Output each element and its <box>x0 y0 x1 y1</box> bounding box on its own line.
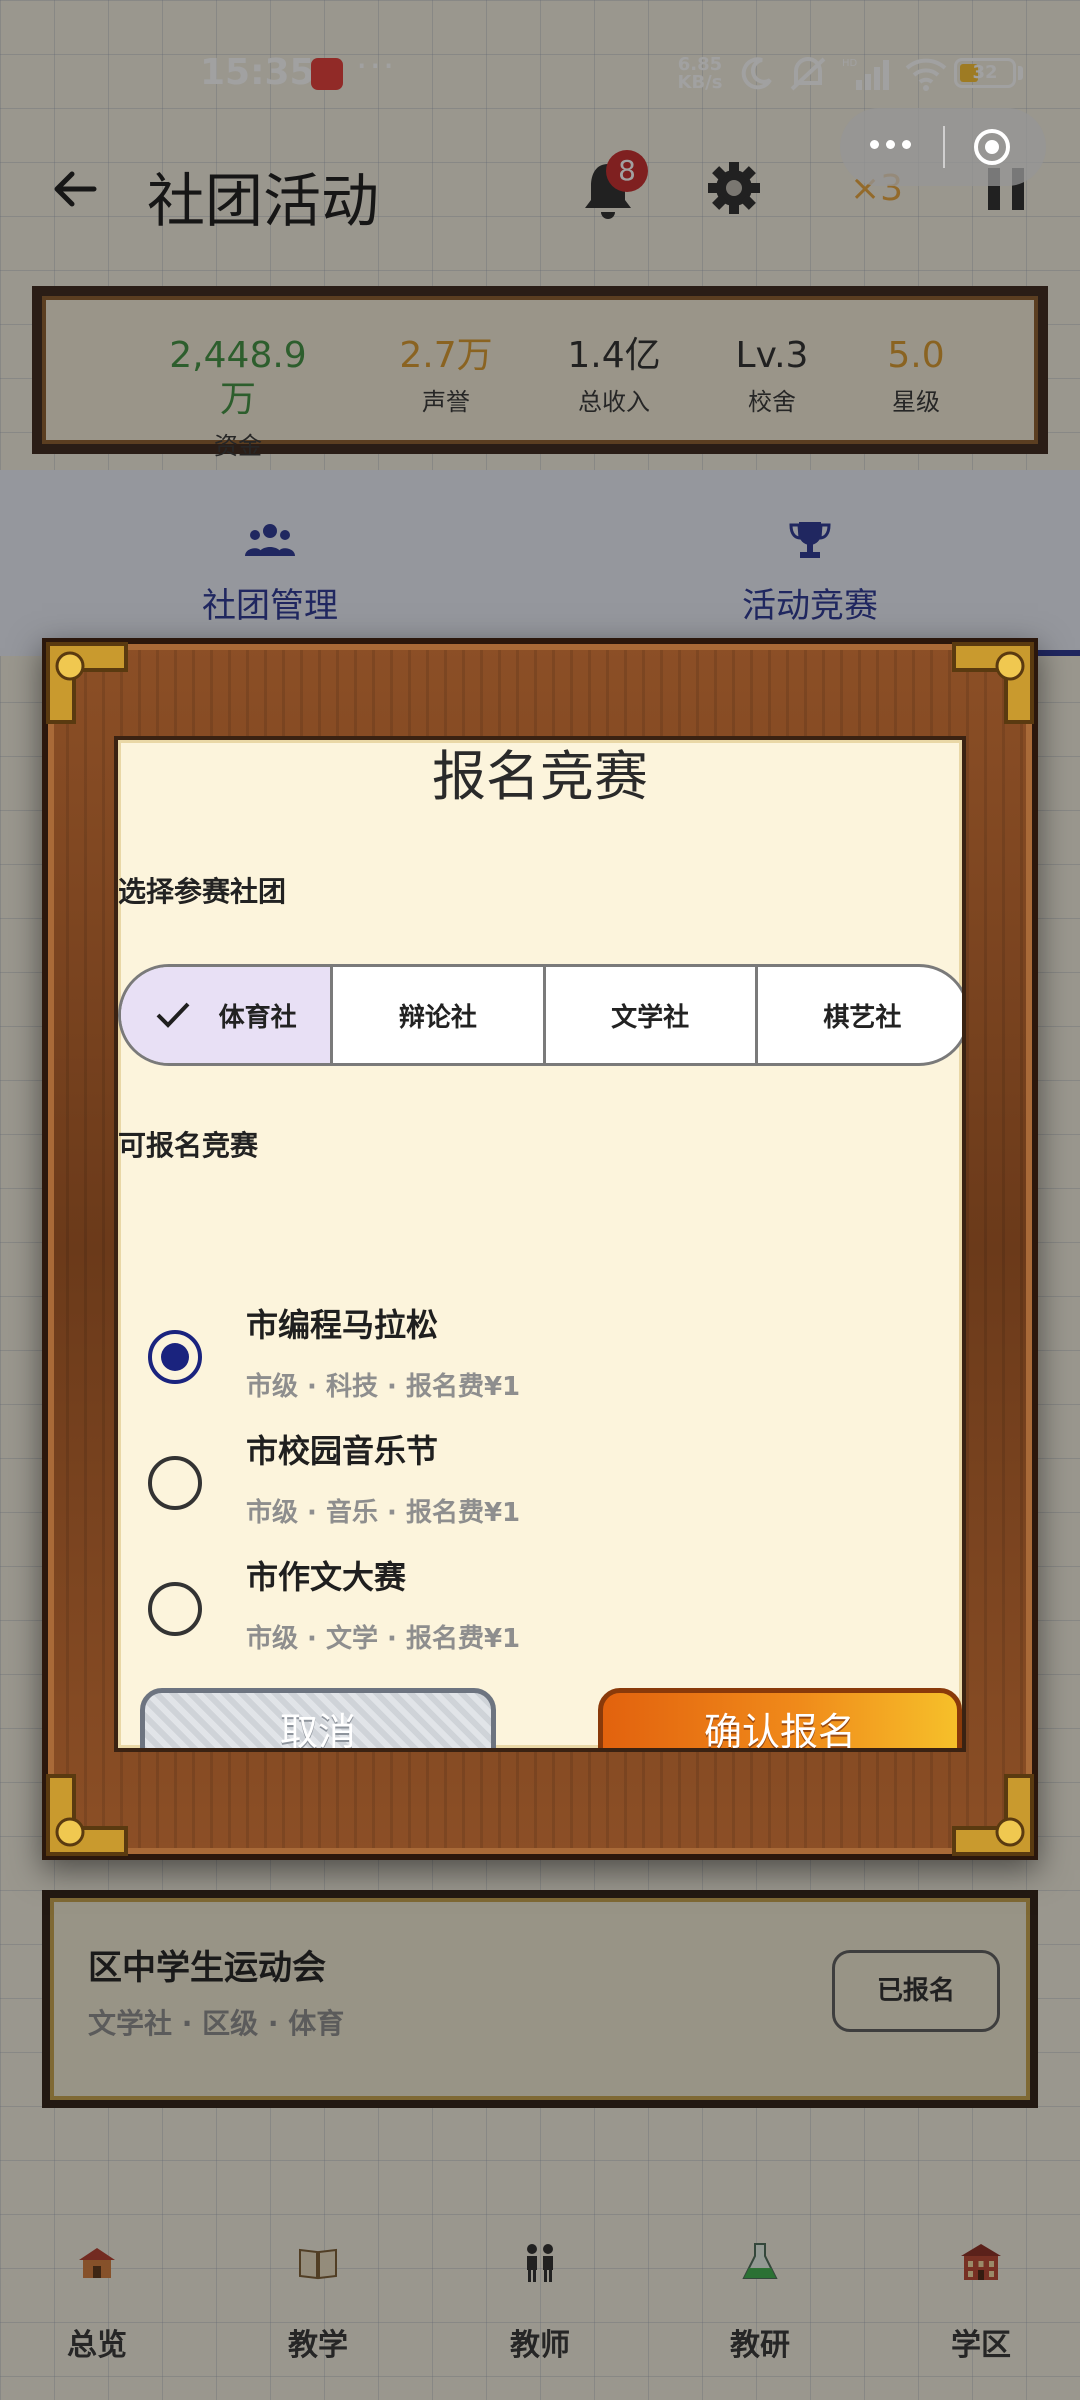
club-option[interactable]: 辩论社 <box>330 967 542 1063</box>
competition-name: 市编程马拉松 <box>246 1306 439 1344</box>
cancel-button[interactable]: 取消 <box>140 1688 496 1748</box>
radio-unselected-icon[interactable] <box>148 1456 202 1510</box>
corner-ornament-icon <box>952 642 1034 724</box>
confirm-register-button[interactable]: 确认报名 <box>598 1688 962 1748</box>
club-section-label: 选择参赛社团 <box>118 875 287 908</box>
corner-ornament-icon <box>46 642 128 724</box>
more-options-icon[interactable] <box>870 140 911 149</box>
radio-unselected-icon[interactable] <box>148 1582 202 1636</box>
competition-name: 市校园音乐节 <box>246 1432 439 1470</box>
club-option-label: 体育社 <box>218 1002 297 1033</box>
miniprogram-capsule <box>840 108 1046 186</box>
club-option[interactable]: 棋艺社 <box>754 967 962 1063</box>
club-option-label: 文学社 <box>611 1002 690 1033</box>
corner-ornament-icon <box>46 1774 128 1856</box>
competition-meta: 市级 · 文学 · 报名费¥1 <box>246 1624 521 1654</box>
close-miniprogram-icon[interactable] <box>974 129 1010 165</box>
club-option[interactable]: 文学社 <box>542 967 755 1063</box>
club-option[interactable]: 体育社 <box>121 967 331 1063</box>
dialog-title: 报名竞赛 <box>432 745 648 808</box>
radio-selected-icon[interactable] <box>148 1330 202 1384</box>
competition-meta: 市级 · 音乐 · 报名费¥1 <box>246 1498 521 1528</box>
competition-option[interactable]: 市编程马拉松市级 · 科技 · 报名费¥1 <box>118 1300 962 1420</box>
club-selector: 体育社 辩论社 文学社 棋艺社 <box>118 964 962 1066</box>
competition-option[interactable]: 市校园音乐节市级 · 音乐 · 报名费¥1 <box>118 1426 962 1546</box>
competition-section-label: 可报名竞赛 <box>118 1129 259 1162</box>
club-option-label: 辩论社 <box>398 1002 477 1033</box>
club-option-label: 棋艺社 <box>823 1002 902 1033</box>
competition-option[interactable]: 市作文大赛市级 · 文学 · 报名费¥1 <box>118 1552 962 1672</box>
check-icon <box>156 1002 190 1028</box>
dialog-content: 报名竞赛 选择参赛社团 体育社 辩论社 文学社 棋艺社 可报名竞赛 市编程马拉松市级 … <box>114 736 966 1752</box>
register-competition-dialog: 报名竞赛 选择参赛社团 体育社 辩论社 文学社 棋艺社 可报名竞赛 市编程马拉松市级 … <box>42 638 1038 1860</box>
competition-name: 市作文大赛 <box>246 1558 407 1596</box>
capsule-divider <box>943 126 945 168</box>
corner-ornament-icon <box>952 1774 1034 1856</box>
competition-meta: 市级 · 科技 · 报名费¥1 <box>246 1372 521 1402</box>
